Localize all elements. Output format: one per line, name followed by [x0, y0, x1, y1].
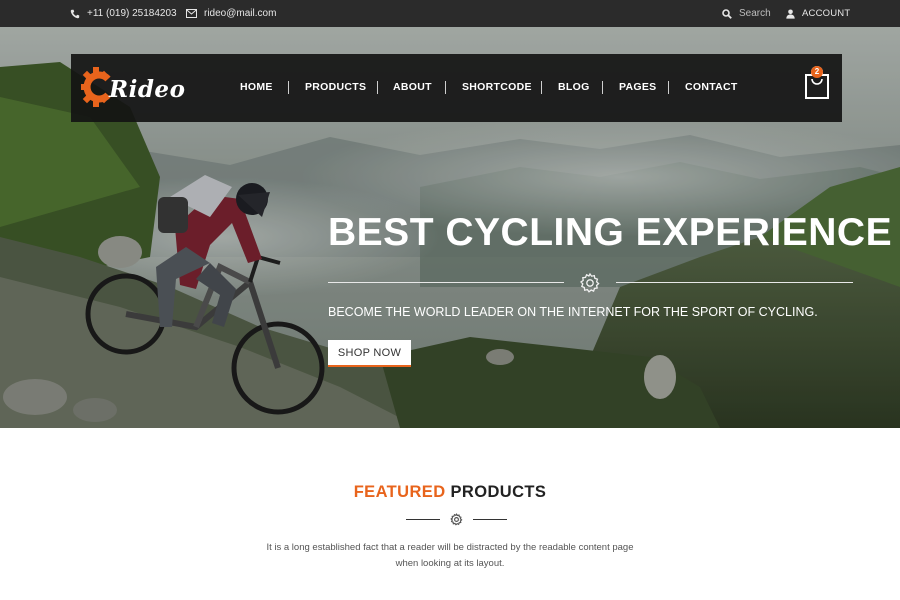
search-icon[interactable]: [722, 8, 732, 19]
featured-products-heading: FEATURED PRODUCTS: [0, 483, 900, 502]
featured-title-rest: PRODUCTS: [450, 483, 547, 501]
main-navigation: Rideo HOME PRODUCTS ABOUT SHORTCODE BLOG…: [71, 54, 842, 122]
featured-description-line-2: when looking at its layout.: [395, 558, 505, 569]
nav-item-about[interactable]: ABOUT: [393, 81, 432, 93]
phone-icon: [70, 9, 80, 19]
gear-icon: [579, 272, 601, 299]
hero-title: BEST CYCLING EXPERIENCE: [328, 211, 893, 254]
shopping-bag-icon: [804, 66, 830, 104]
contact-email[interactable]: rideo@mail.com: [186, 0, 276, 27]
featured-description-line-1: It is a long established fact that a rea…: [266, 542, 634, 553]
hero-divider-left: [328, 282, 564, 283]
nav-separator: [377, 81, 378, 94]
search-input[interactable]: Search: [739, 8, 771, 19]
nav-item-home[interactable]: HOME: [240, 81, 273, 93]
user-icon: [786, 9, 795, 19]
account-label: ACCOUNT: [802, 8, 851, 19]
featured-divider-left: [406, 519, 440, 520]
featured-title-accent: FEATURED: [353, 483, 446, 501]
nav-item-products[interactable]: PRODUCTS: [305, 81, 366, 93]
gear-icon: [450, 513, 463, 531]
envelope-icon: [186, 9, 197, 18]
hero-banner: Rideo HOME PRODUCTS ABOUT SHORTCODE BLOG…: [0, 27, 900, 428]
hero-subtitle: BECOME THE WORLD LEADER ON THE INTERNET …: [328, 305, 818, 319]
nav-separator: [602, 81, 603, 94]
hero-divider-right: [616, 282, 853, 283]
cart-count-badge: 2: [811, 66, 823, 78]
nav-item-blog[interactable]: BLOG: [558, 81, 590, 93]
nav-separator: [668, 81, 669, 94]
account-link[interactable]: ACCOUNT: [786, 0, 850, 27]
nav-item-shortcode[interactable]: SHORTCODE: [462, 81, 532, 93]
featured-divider-right: [473, 519, 507, 520]
contact-phone[interactable]: +11 (019) 25184203: [70, 0, 177, 27]
nav-menu: HOME PRODUCTS ABOUT SHORTCODE BLOG PAGES…: [71, 54, 842, 122]
top-bar: +11 (019) 25184203 rideo@mail.com Search…: [0, 0, 900, 27]
nav-item-pages[interactable]: PAGES: [619, 81, 656, 93]
email-address: rideo@mail.com: [204, 8, 277, 19]
nav-item-contact[interactable]: CONTACT: [685, 81, 738, 93]
nav-separator: [445, 81, 446, 94]
shop-now-button[interactable]: SHOP NOW: [328, 340, 411, 367]
search-box[interactable]: Search: [722, 0, 771, 27]
featured-description: It is a long established fact that a rea…: [0, 540, 900, 572]
phone-number: +11 (019) 25184203: [87, 8, 177, 19]
cart-button[interactable]: 2: [804, 65, 830, 100]
nav-separator: [288, 81, 289, 94]
nav-separator: [541, 81, 542, 94]
